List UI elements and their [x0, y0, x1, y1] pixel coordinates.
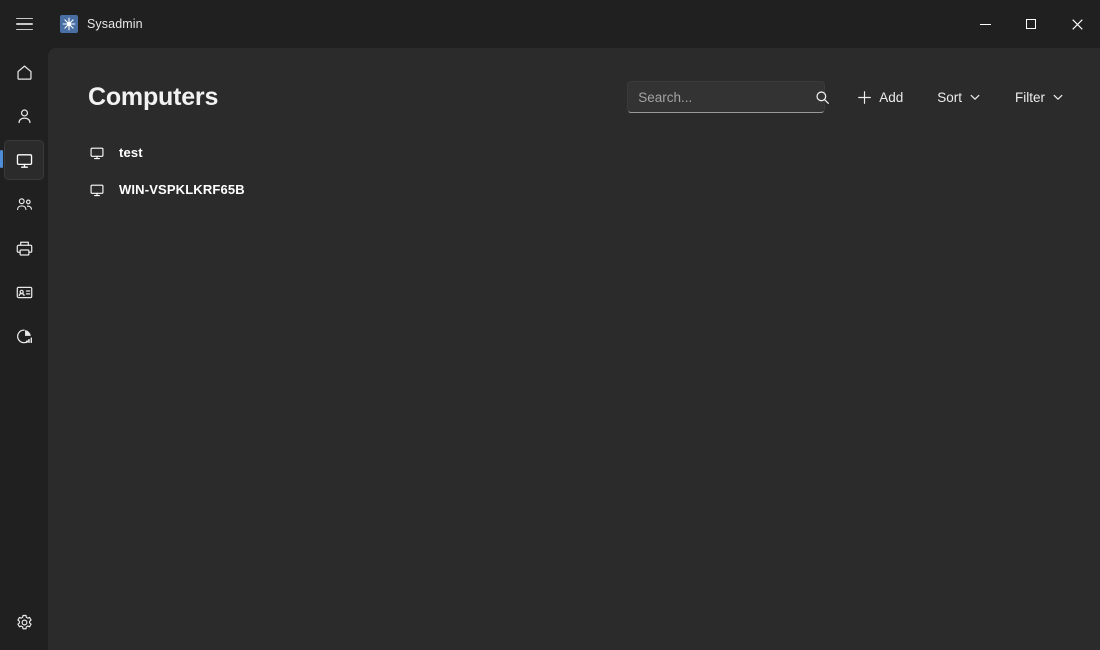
people-group-icon [16, 197, 32, 210]
chevron-down-icon [970, 94, 980, 100]
pie-chart-icon [16, 329, 32, 343]
sidebar-item-printers[interactable] [4, 228, 44, 268]
add-button-label: Add [879, 89, 904, 105]
sidebar-item-reports[interactable] [4, 316, 44, 356]
add-button[interactable]: Add [845, 81, 915, 113]
app-identity: Sysadmin [60, 15, 143, 33]
search-input[interactable] [638, 89, 816, 105]
app-window: Sysadmin Computers Search... Add Sort Fi… [0, 0, 1100, 650]
search-box[interactable] [627, 81, 830, 113]
contact-card-icon [16, 286, 32, 298]
content-panel: Computers Search... Add Sort Filter test… [48, 48, 1100, 650]
sysadmin-starburst-icon [60, 15, 78, 33]
chevron-down-icon [1053, 94, 1063, 100]
monitor-icon [88, 182, 106, 198]
sidebar-item-settings[interactable] [4, 602, 44, 642]
window-controls [962, 0, 1100, 48]
list-item[interactable]: WIN-VSPKLKRF65B [48, 171, 1100, 208]
gear-icon [16, 614, 32, 629]
minimize-button[interactable] [962, 0, 1008, 48]
hamburger-menu-button[interactable] [0, 2, 48, 46]
search-icon [816, 90, 830, 104]
sidebar-item-groups[interactable] [4, 184, 44, 224]
sort-button[interactable]: Sort [925, 81, 993, 113]
title-bar-drag-region[interactable] [143, 0, 962, 48]
sort-button-label: Sort [937, 89, 962, 105]
plus-icon [858, 90, 872, 104]
computer-list: test WIN-VSPKLKRF65B [48, 120, 1100, 650]
monitor-icon [88, 145, 106, 161]
monitor-icon [16, 153, 32, 168]
maximize-icon [1026, 19, 1036, 29]
sidebar-nav-list [0, 52, 44, 356]
filter-button-label: Filter [1015, 89, 1045, 105]
sidebar-item-user[interactable] [4, 96, 44, 136]
home-icon [16, 65, 32, 80]
header-toolbar: Add Sort Filter [627, 81, 1076, 113]
page-title: Computers [88, 82, 219, 111]
minimize-icon [979, 23, 991, 25]
close-button[interactable] [1054, 0, 1100, 48]
printer-icon [16, 241, 32, 256]
navigation-sidebar [0, 48, 48, 650]
close-icon [1071, 18, 1083, 30]
app-title: Sysadmin [87, 17, 143, 31]
search-submit-button[interactable] [815, 85, 830, 109]
sidebar-item-home[interactable] [4, 52, 44, 92]
filter-button[interactable]: Filter [1003, 81, 1076, 113]
sidebar-item-contacts[interactable] [4, 272, 44, 312]
list-item-label: WIN-VSPKLKRF65B [119, 182, 245, 197]
list-item-label: test [119, 145, 143, 160]
title-bar: Sysadmin [0, 0, 1100, 48]
hamburger-menu-icon [15, 17, 33, 31]
person-icon [17, 108, 31, 123]
window-body: Computers Search... Add Sort Filter test… [0, 48, 1100, 650]
list-item[interactable]: test [48, 134, 1100, 171]
maximize-button[interactable] [1008, 0, 1054, 48]
content-header: Computers Search... Add Sort Filter [48, 48, 1100, 120]
sidebar-item-computers[interactable] [0, 140, 44, 180]
